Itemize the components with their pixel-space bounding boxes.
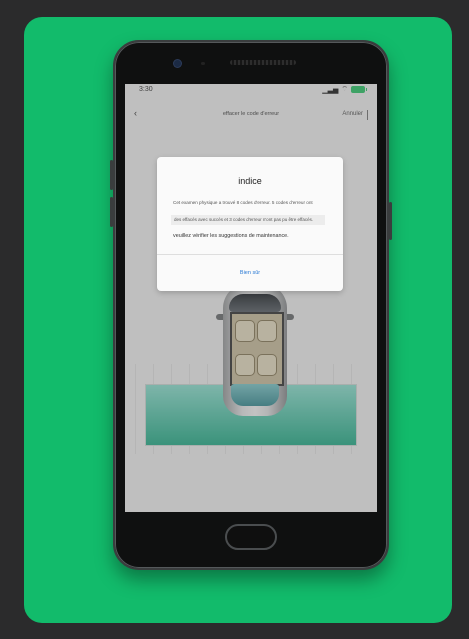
ok-button[interactable]: Bien sûr — [157, 270, 343, 276]
proximity-sensor — [201, 62, 205, 65]
dialog-title: indice — [238, 176, 262, 186]
earpiece-speaker — [230, 60, 296, 65]
home-button[interactable] — [225, 524, 277, 550]
dialog-divider — [157, 254, 343, 255]
dialog-message-line: Cet examen physique a trouvé 8 codes d'e… — [173, 200, 313, 205]
modal-overlay — [125, 84, 377, 512]
phone-frame: 3:30 ▁▃▅ ⌔ ‹ effacer le code d'erreur An… — [110, 40, 392, 570]
volume-button — [110, 160, 113, 190]
volume-button — [110, 197, 113, 227]
phone-bottom-bezel — [125, 512, 377, 564]
phone-screen: 3:30 ▁▃▅ ⌔ ‹ effacer le code d'erreur An… — [125, 84, 377, 512]
front-camera — [174, 60, 181, 67]
power-button — [389, 202, 392, 240]
hint-dialog: indice Cet examen physique a trouvé 8 co… — [157, 157, 343, 291]
dialog-message-line: des effacés avec succès et 3 codes d'err… — [171, 215, 325, 225]
dialog-message-line: veuillez vérifier les suggestions de mai… — [173, 233, 289, 239]
